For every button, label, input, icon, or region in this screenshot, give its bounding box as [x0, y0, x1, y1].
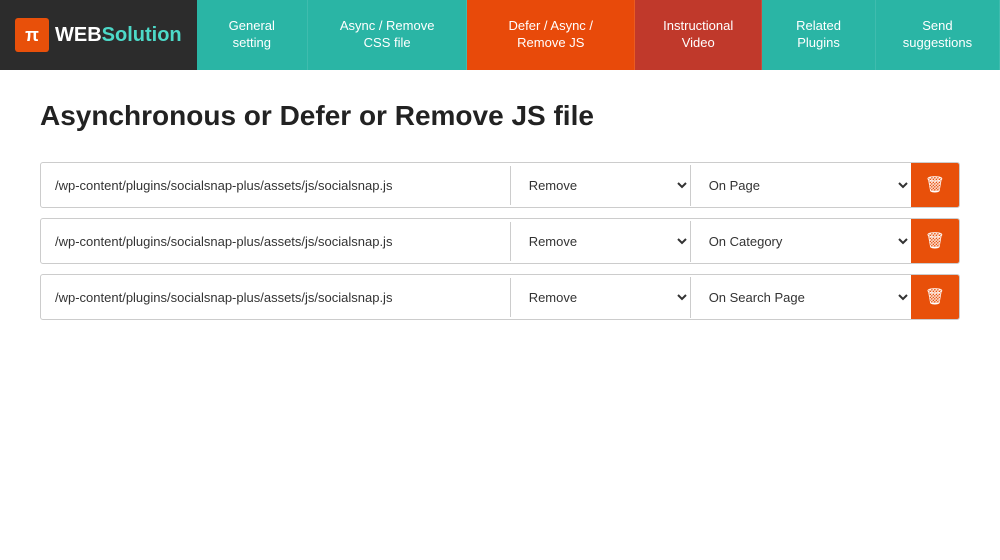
js-row-2: Remove Defer Async On Page On Category O…: [40, 218, 960, 264]
js-action-select-3[interactable]: Remove Defer Async: [511, 277, 691, 318]
js-page-select-2[interactable]: On Page On Category On Search Page On Ho…: [691, 221, 911, 262]
js-path-input-2[interactable]: [41, 222, 511, 261]
logo-web: WEB: [55, 24, 102, 46]
delete-button-1[interactable]: 🗑: [911, 163, 959, 207]
app-wrapper: π WEBSolution General setting Async / Re…: [0, 0, 1000, 560]
js-rows-container: Remove Defer Async On Page On Category O…: [40, 162, 960, 320]
js-path-input-3[interactable]: [41, 278, 511, 317]
tab-related[interactable]: Related Plugins: [762, 0, 876, 70]
logo-solution: Solution: [102, 24, 182, 46]
tab-defer-js[interactable]: Defer / Async / Remove JS: [467, 0, 635, 70]
js-action-select-1[interactable]: Remove Defer Async: [511, 165, 691, 206]
js-row-3: Remove Defer Async On Page On Category O…: [40, 274, 960, 320]
tab-async-css[interactable]: Async / Remove CSS file: [308, 0, 467, 70]
js-page-select-3[interactable]: On Page On Category On Search Page On Ho…: [691, 277, 911, 318]
main-content: Asynchronous or Defer or Remove JS file …: [0, 70, 1000, 560]
delete-button-2[interactable]: 🗑: [911, 219, 959, 263]
js-action-select-2[interactable]: Remove Defer Async: [511, 221, 691, 262]
js-row-1: Remove Defer Async On Page On Category O…: [40, 162, 960, 208]
navbar: π WEBSolution General setting Async / Re…: [0, 0, 1000, 70]
logo-text: WEBSolution: [55, 24, 182, 47]
delete-button-3[interactable]: 🗑: [911, 275, 959, 319]
logo-area: π WEBSolution: [0, 0, 197, 70]
tab-instructional[interactable]: Instructional Video: [635, 0, 762, 70]
js-path-input-1[interactable]: [41, 166, 511, 205]
js-page-select-1[interactable]: On Page On Category On Search Page On Ho…: [691, 165, 911, 206]
logo-icon: π: [15, 18, 49, 52]
nav-tabs: General setting Async / Remove CSS file …: [197, 0, 1000, 70]
tab-general[interactable]: General setting: [197, 0, 308, 70]
tab-send[interactable]: Send suggestions: [876, 0, 1000, 70]
page-title: Asynchronous or Defer or Remove JS file: [40, 100, 960, 132]
